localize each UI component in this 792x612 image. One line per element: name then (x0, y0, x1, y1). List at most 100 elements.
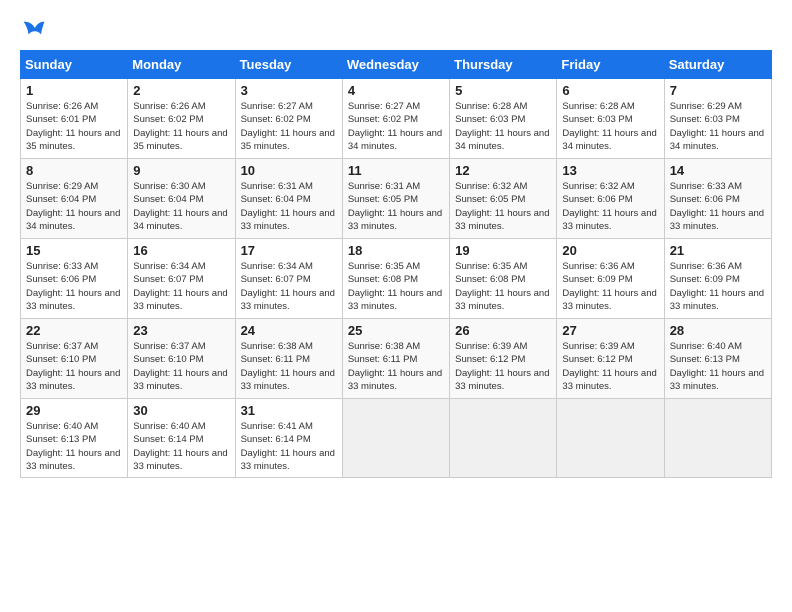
day-number: 16 (133, 243, 229, 258)
day-number: 1 (26, 83, 122, 98)
day-number: 24 (241, 323, 337, 338)
calendar-cell: 21 Sunrise: 6:36 AMSunset: 6:09 PMDayligh… (664, 239, 771, 319)
day-info: Sunrise: 6:40 AMSunset: 6:14 PMDaylight:… (133, 420, 229, 473)
calendar-cell: 18 Sunrise: 6:35 AMSunset: 6:08 PMDayligh… (342, 239, 449, 319)
day-number: 31 (241, 403, 337, 418)
day-number: 30 (133, 403, 229, 418)
calendar-cell: 26 Sunrise: 6:39 AMSunset: 6:12 PMDayligh… (450, 319, 557, 399)
day-info: Sunrise: 6:26 AMSunset: 6:01 PMDaylight:… (26, 100, 122, 153)
calendar-cell: 1 Sunrise: 6:26 AMSunset: 6:01 PMDaylight… (21, 79, 128, 159)
calendar-cell: 14 Sunrise: 6:33 AMSunset: 6:06 PMDayligh… (664, 159, 771, 239)
day-info: Sunrise: 6:35 AMSunset: 6:08 PMDaylight:… (348, 260, 444, 313)
day-number: 6 (562, 83, 658, 98)
page-header (20, 20, 772, 40)
day-number: 19 (455, 243, 551, 258)
day-info: Sunrise: 6:40 AMSunset: 6:13 PMDaylight:… (26, 420, 122, 473)
calendar-table: SundayMondayTuesdayWednesdayThursdayFrid… (20, 50, 772, 478)
day-info: Sunrise: 6:30 AMSunset: 6:04 PMDaylight:… (133, 180, 229, 233)
day-info: Sunrise: 6:26 AMSunset: 6:02 PMDaylight:… (133, 100, 229, 153)
day-info: Sunrise: 6:29 AMSunset: 6:04 PMDaylight:… (26, 180, 122, 233)
col-header-thursday: Thursday (450, 51, 557, 79)
calendar-cell: 12 Sunrise: 6:32 AMSunset: 6:05 PMDayligh… (450, 159, 557, 239)
day-number: 26 (455, 323, 551, 338)
day-info: Sunrise: 6:41 AMSunset: 6:14 PMDaylight:… (241, 420, 337, 473)
day-info: Sunrise: 6:39 AMSunset: 6:12 PMDaylight:… (562, 340, 658, 393)
calendar-cell: 22 Sunrise: 6:37 AMSunset: 6:10 PMDayligh… (21, 319, 128, 399)
day-info: Sunrise: 6:36 AMSunset: 6:09 PMDaylight:… (670, 260, 766, 313)
calendar-cell: 13Sunrise: 6:32 AMSunset: 6:06 PMDayligh… (557, 159, 664, 239)
calendar-cell: 23 Sunrise: 6:37 AMSunset: 6:10 PMDayligh… (128, 319, 235, 399)
calendar-cell (450, 399, 557, 478)
day-info: Sunrise: 6:32 AMSunset: 6:06 PMDaylight:… (562, 180, 658, 233)
calendar-cell: 24 Sunrise: 6:38 AMSunset: 6:11 PMDayligh… (235, 319, 342, 399)
logo (20, 20, 46, 40)
col-header-tuesday: Tuesday (235, 51, 342, 79)
day-number: 29 (26, 403, 122, 418)
calendar-cell: 20 Sunrise: 6:36 AMSunset: 6:09 PMDayligh… (557, 239, 664, 319)
calendar-cell: 28 Sunrise: 6:40 AMSunset: 6:13 PMDayligh… (664, 319, 771, 399)
day-number: 14 (670, 163, 766, 178)
calendar-cell: 27 Sunrise: 6:39 AMSunset: 6:12 PMDayligh… (557, 319, 664, 399)
day-info: Sunrise: 6:29 AMSunset: 6:03 PMDaylight:… (670, 100, 766, 153)
calendar-week-2: 8 Sunrise: 6:29 AMSunset: 6:04 PMDaylight… (21, 159, 772, 239)
calendar-cell (557, 399, 664, 478)
day-info: Sunrise: 6:37 AMSunset: 6:10 PMDaylight:… (26, 340, 122, 393)
day-info: Sunrise: 6:38 AMSunset: 6:11 PMDaylight:… (241, 340, 337, 393)
day-info: Sunrise: 6:36 AMSunset: 6:09 PMDaylight:… (562, 260, 658, 313)
day-info: Sunrise: 6:28 AMSunset: 6:03 PMDaylight:… (455, 100, 551, 153)
calendar-cell (342, 399, 449, 478)
calendar-cell: 31 Sunrise: 6:41 AMSunset: 6:14 PMDayligh… (235, 399, 342, 478)
day-info: Sunrise: 6:37 AMSunset: 6:10 PMDaylight:… (133, 340, 229, 393)
calendar-cell: 6 Sunrise: 6:28 AMSunset: 6:03 PMDaylight… (557, 79, 664, 159)
calendar-cell: 5 Sunrise: 6:28 AMSunset: 6:03 PMDaylight… (450, 79, 557, 159)
calendar-cell: 11 Sunrise: 6:31 AMSunset: 6:05 PMDayligh… (342, 159, 449, 239)
day-number: 20 (562, 243, 658, 258)
day-number: 9 (133, 163, 229, 178)
day-number: 27 (562, 323, 658, 338)
calendar-cell: 9 Sunrise: 6:30 AMSunset: 6:04 PMDaylight… (128, 159, 235, 239)
day-number: 23 (133, 323, 229, 338)
calendar-cell (664, 399, 771, 478)
day-number: 11 (348, 163, 444, 178)
day-info: Sunrise: 6:33 AMSunset: 6:06 PMDaylight:… (670, 180, 766, 233)
calendar-header-row: SundayMondayTuesdayWednesdayThursdayFrid… (21, 51, 772, 79)
day-number: 8 (26, 163, 122, 178)
calendar-cell: 2Sunrise: 6:26 AMSunset: 6:02 PMDaylight… (128, 79, 235, 159)
day-number: 21 (670, 243, 766, 258)
day-info: Sunrise: 6:27 AMSunset: 6:02 PMDaylight:… (348, 100, 444, 153)
day-info: Sunrise: 6:34 AMSunset: 6:07 PMDaylight:… (241, 260, 337, 313)
day-number: 17 (241, 243, 337, 258)
day-number: 10 (241, 163, 337, 178)
calendar-cell: 10 Sunrise: 6:31 AMSunset: 6:04 PMDayligh… (235, 159, 342, 239)
calendar-cell: 15Sunrise: 6:33 AMSunset: 6:06 PMDayligh… (21, 239, 128, 319)
day-info: Sunrise: 6:27 AMSunset: 6:02 PMDaylight:… (241, 100, 337, 153)
day-number: 18 (348, 243, 444, 258)
day-number: 3 (241, 83, 337, 98)
calendar-week-5: 29 Sunrise: 6:40 AMSunset: 6:13 PMDayligh… (21, 399, 772, 478)
day-number: 28 (670, 323, 766, 338)
day-info: Sunrise: 6:39 AMSunset: 6:12 PMDaylight:… (455, 340, 551, 393)
day-number: 7 (670, 83, 766, 98)
day-info: Sunrise: 6:34 AMSunset: 6:07 PMDaylight:… (133, 260, 229, 313)
calendar-cell: 8 Sunrise: 6:29 AMSunset: 6:04 PMDaylight… (21, 159, 128, 239)
day-number: 25 (348, 323, 444, 338)
calendar-cell: 19Sunrise: 6:35 AMSunset: 6:08 PMDayligh… (450, 239, 557, 319)
day-info: Sunrise: 6:40 AMSunset: 6:13 PMDaylight:… (670, 340, 766, 393)
calendar-cell: 16 Sunrise: 6:34 AMSunset: 6:07 PMDayligh… (128, 239, 235, 319)
calendar-cell: 25Sunrise: 6:38 AMSunset: 6:11 PMDayligh… (342, 319, 449, 399)
day-number: 22 (26, 323, 122, 338)
calendar-cell: 7 Sunrise: 6:29 AMSunset: 6:03 PMDaylight… (664, 79, 771, 159)
day-number: 12 (455, 163, 551, 178)
day-number: 5 (455, 83, 551, 98)
day-info: Sunrise: 6:31 AMSunset: 6:05 PMDaylight:… (348, 180, 444, 233)
calendar-cell: 4Sunrise: 6:27 AMSunset: 6:02 PMDaylight… (342, 79, 449, 159)
day-info: Sunrise: 6:32 AMSunset: 6:05 PMDaylight:… (455, 180, 551, 233)
calendar-cell: 17 Sunrise: 6:34 AMSunset: 6:07 PMDayligh… (235, 239, 342, 319)
day-info: Sunrise: 6:31 AMSunset: 6:04 PMDaylight:… (241, 180, 337, 233)
day-info: Sunrise: 6:28 AMSunset: 6:03 PMDaylight:… (562, 100, 658, 153)
logo-bird-icon (22, 20, 46, 40)
calendar-week-4: 22 Sunrise: 6:37 AMSunset: 6:10 PMDayligh… (21, 319, 772, 399)
col-header-wednesday: Wednesday (342, 51, 449, 79)
col-header-saturday: Saturday (664, 51, 771, 79)
calendar-cell: 3 Sunrise: 6:27 AMSunset: 6:02 PMDaylight… (235, 79, 342, 159)
